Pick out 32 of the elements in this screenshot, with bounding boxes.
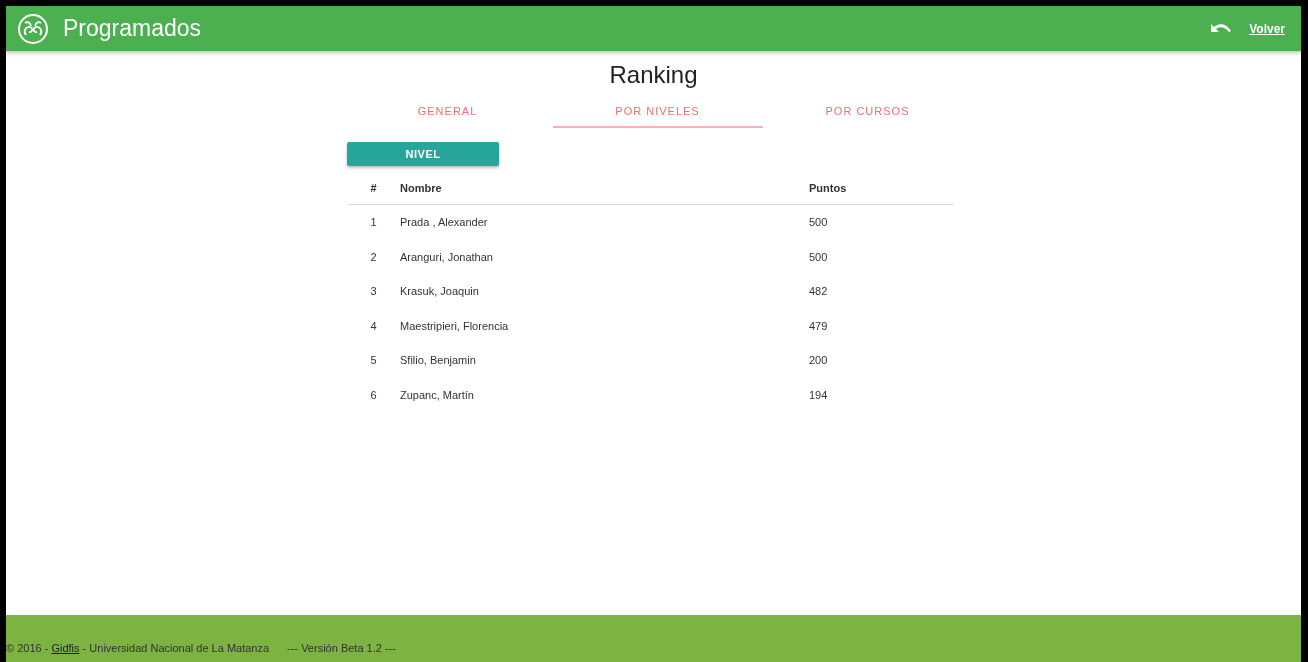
table-cell-text: 200 [809, 353, 829, 369]
table-cell-text: 500 [809, 249, 829, 265]
column-header: Nombre [400, 174, 809, 205]
table-cell: 3 [347, 274, 400, 309]
table-cell-text: 482 [809, 284, 829, 300]
table-cell: 1 [347, 204, 400, 240]
table-cell: Maestripieri, Florencia [400, 308, 809, 343]
column-header: Puntos [809, 174, 954, 205]
table-cell: 6 [347, 377, 400, 412]
column-header: # [347, 174, 400, 205]
table-cell: 500 [809, 204, 954, 240]
table-cell: Prada , Alexander [400, 204, 809, 240]
table-cell: 2 [347, 239, 400, 274]
table-cell-text: 479 [809, 318, 829, 334]
table-cell-text: 194 [809, 387, 829, 403]
table-cell: Aranguri, Jonathan [400, 239, 809, 274]
copyright-text: © 2016 - Gidfis - Universidad Nacional de La Matanza [6, 642, 270, 654]
logo-icon [17, 12, 49, 45]
back-link[interactable]: Volver [1249, 21, 1285, 36]
page-title: Ranking [609, 61, 698, 89]
table-cell: Krasuk, Joaquin [400, 274, 809, 309]
version-text: --- Versión Beta 1.2 --- [287, 642, 396, 654]
table-cell: Zupanc, Martín [400, 377, 809, 412]
tab[interactable]: POR NIVELES [552, 99, 763, 128]
tab[interactable]: GENERAL [342, 99, 553, 128]
table-cell: 4 [347, 308, 400, 343]
gidfis-link[interactable]: Gidfis [51, 642, 80, 654]
table-cell: Sfilio, Benjamin [400, 343, 809, 378]
table-cell: 5 [347, 343, 400, 378]
level-button[interactable]: NIVEL [347, 142, 499, 166]
tab[interactable]: POR CURSOS [762, 99, 973, 128]
app-title: Programados [63, 15, 202, 42]
